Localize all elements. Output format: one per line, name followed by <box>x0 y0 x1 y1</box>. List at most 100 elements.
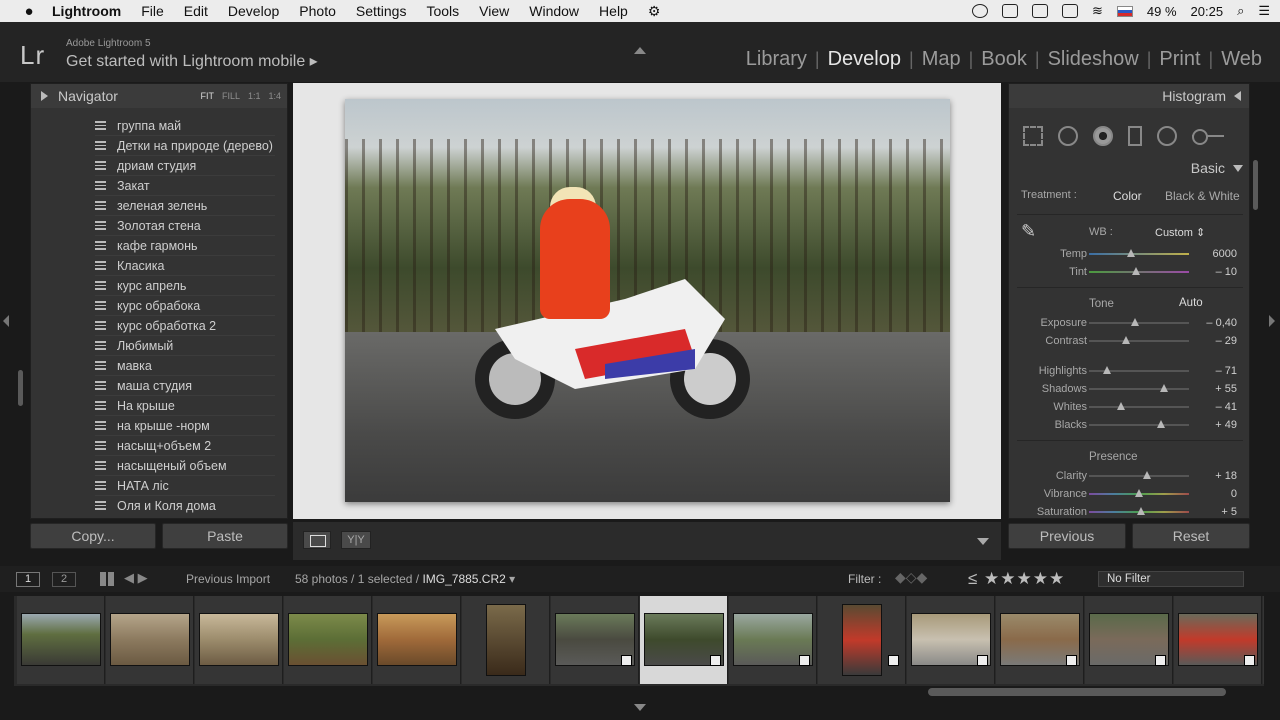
menu-file[interactable]: File <box>131 0 174 22</box>
preset-item[interactable]: Любимый <box>95 336 275 356</box>
thumbnail-image[interactable] <box>486 604 526 676</box>
thumbnail-image[interactable] <box>199 613 279 666</box>
zoom-1-4[interactable]: 1:4 <box>268 91 281 101</box>
filmstrip-cell[interactable] <box>195 596 283 684</box>
thumbnail-image[interactable] <box>842 604 882 676</box>
menu-photo[interactable]: Photo <box>289 0 346 22</box>
graduated-filter-icon[interactable] <box>1128 126 1142 146</box>
filmstrip-cell[interactable] <box>1085 596 1173 684</box>
filmstrip-cell[interactable] <box>373 596 461 684</box>
develop-settings-badge-icon[interactable] <box>977 655 988 666</box>
notification-center-icon[interactable]: ☰ <box>1258 3 1270 19</box>
paste-button[interactable]: Paste <box>162 523 288 549</box>
preset-item[interactable]: курс обрабока <box>95 296 275 316</box>
treatment-color[interactable]: Color <box>1113 189 1142 203</box>
slider-knob[interactable] <box>1103 366 1111 374</box>
secondary-window-button[interactable]: 2 <box>52 572 76 587</box>
filmstrip-cell[interactable] <box>996 596 1084 684</box>
slider-knob[interactable] <box>1117 402 1125 410</box>
apple-menu-icon[interactable]: ● <box>14 3 44 20</box>
slider-knob[interactable] <box>1122 336 1130 344</box>
input-language-flag-icon[interactable] <box>1116 5 1133 17</box>
menu-app-name[interactable]: Lightroom <box>44 0 131 22</box>
left-panel-scrollbar[interactable] <box>18 370 23 406</box>
highlights-slider[interactable]: Highlights – 71 <box>1009 362 1249 380</box>
record-icon[interactable] <box>971 4 988 18</box>
zoom-fit[interactable]: FIT <box>200 91 214 101</box>
star-filter[interactable]: ≤ ★★★★★ <box>968 569 1065 589</box>
module-slideshow[interactable]: Slideshow <box>1040 48 1147 71</box>
develop-settings-badge-icon[interactable] <box>1155 655 1166 666</box>
previous-button[interactable]: Previous <box>1008 523 1126 549</box>
selection-info[interactable]: 58 photos / 1 selected / IMG_7885.CR2 ▾ <box>295 572 515 586</box>
temp-slider[interactable]: Temp 6000 <box>1009 245 1249 263</box>
back-forward-icon[interactable]: ◀ ▶ <box>124 570 148 586</box>
loupe-view-icon[interactable] <box>303 531 331 549</box>
module-develop[interactable]: Develop <box>820 48 909 71</box>
thumbnail-image[interactable] <box>288 613 368 666</box>
crop-tool-icon[interactable] <box>1023 126 1043 146</box>
preset-item[interactable]: курс апрель <box>95 276 275 296</box>
slider-knob[interactable] <box>1157 420 1165 428</box>
slider-knob[interactable] <box>1160 384 1168 392</box>
photo-canvas[interactable] <box>293 83 1001 519</box>
slider-knob[interactable] <box>1132 267 1140 275</box>
module-map[interactable]: Map <box>914 48 969 71</box>
slider-knob[interactable] <box>1135 489 1143 497</box>
zoom-fill[interactable]: FILL <box>222 91 240 101</box>
filmstrip-cell[interactable] <box>818 596 906 684</box>
preset-item[interactable]: НАТА ліс <box>95 476 275 496</box>
preset-item[interactable]: мавка <box>95 356 275 376</box>
collapse-triangle-icon[interactable] <box>1234 91 1241 101</box>
expand-triangle-icon[interactable] <box>41 91 48 101</box>
top-panel-toggle-icon[interactable] <box>634 47 646 54</box>
preset-item[interactable]: насыщ+объем 2 <box>95 436 275 456</box>
script-icon[interactable]: ⚙ <box>638 0 671 22</box>
airplay-icon[interactable] <box>1061 4 1078 18</box>
filmstrip-cell[interactable] <box>640 596 728 684</box>
develop-settings-badge-icon[interactable] <box>1066 655 1077 666</box>
menu-help[interactable]: Help <box>589 0 638 22</box>
flag-filter-icon[interactable]: ◆◇◆ <box>895 569 927 586</box>
develop-settings-badge-icon[interactable] <box>1244 655 1255 666</box>
bottom-panel-toggle-icon[interactable] <box>634 704 646 711</box>
thumbnail-image[interactable] <box>21 613 101 666</box>
preset-item[interactable]: Золотая стена <box>95 216 275 236</box>
clock[interactable]: 20:25 <box>1191 4 1224 19</box>
develop-settings-badge-icon[interactable] <box>710 655 721 666</box>
preset-item[interactable]: дриам студия <box>95 156 275 176</box>
module-print[interactable]: Print <box>1151 48 1208 71</box>
clarity-slider[interactable]: Clarity + 18 <box>1009 467 1249 485</box>
wb-select[interactable]: Custom ⇕ <box>1155 226 1205 239</box>
adjustment-brush-icon[interactable] <box>1192 129 1224 145</box>
slider-knob[interactable] <box>1137 507 1145 515</box>
thumbnail-image[interactable] <box>110 613 190 666</box>
red-eye-icon[interactable] <box>1093 126 1113 146</box>
blacks-slider[interactable]: Blacks + 49 <box>1009 416 1249 434</box>
preset-item[interactable]: курс обработка 2 <box>95 316 275 336</box>
histogram-header[interactable]: Histogram <box>1009 84 1249 108</box>
contrast-slider[interactable]: Contrast – 29 <box>1009 332 1249 350</box>
develop-settings-badge-icon[interactable] <box>799 655 810 666</box>
preset-item[interactable]: Закат <box>95 176 275 196</box>
preset-item[interactable]: На крыше <box>95 396 275 416</box>
saturation-slider[interactable]: Saturation + 5 <box>1009 503 1249 518</box>
filmstrip-cell[interactable] <box>729 596 817 684</box>
toolbar-menu-icon[interactable] <box>977 538 989 545</box>
menu-edit[interactable]: Edit <box>174 0 218 22</box>
tint-slider[interactable]: Tint – 10 <box>1009 263 1249 281</box>
battery-status[interactable]: 49 % <box>1147 4 1177 19</box>
preset-item[interactable]: Класика <box>95 256 275 276</box>
preset-item[interactable]: группа май <box>95 116 275 136</box>
menu-tools[interactable]: Tools <box>416 0 469 22</box>
vibrance-slider[interactable]: Vibrance 0 <box>1009 485 1249 503</box>
preset-item[interactable]: зеленая зелень <box>95 196 275 216</box>
filmstrip-scrollbar[interactable] <box>928 688 1226 696</box>
filmstrip-cell[interactable] <box>1263 596 1264 684</box>
develop-settings-badge-icon[interactable] <box>621 655 632 666</box>
expand-triangle-icon[interactable] <box>1233 164 1243 172</box>
radial-filter-icon[interactable] <box>1157 126 1177 146</box>
before-after-icon[interactable]: Y|Y <box>341 531 371 549</box>
navigator-header[interactable]: Navigator FIT FILL 1:1 1:4 <box>31 84 287 108</box>
filmstrip-cell[interactable] <box>17 596 105 684</box>
